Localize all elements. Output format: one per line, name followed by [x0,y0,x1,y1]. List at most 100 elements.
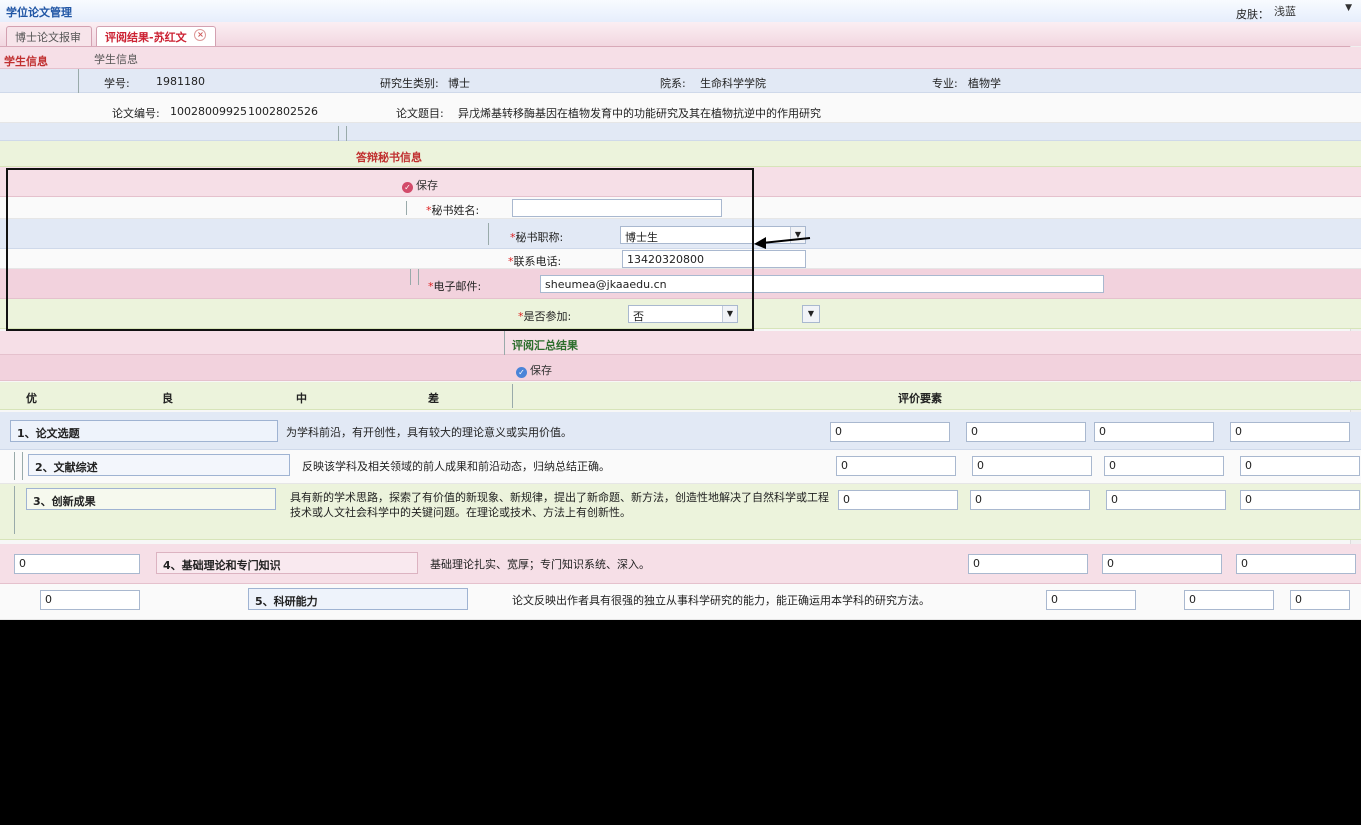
score-input[interactable]: 0 [1230,422,1350,442]
major-value: 植物学 [968,77,1001,90]
score-input[interactable]: 0 [14,554,140,574]
score-cell: 0 [1240,490,1360,510]
student-no-label: 学号: [104,77,130,90]
secretary-title-label: *秘书职称: [510,231,564,244]
criteria-header: 评价要素 [898,392,942,405]
grade-medium: 中 [296,392,307,405]
score-cell: 0 [1290,590,1350,610]
score-input[interactable]: 0 [1240,456,1360,476]
app-window: 学位论文管理 皮肤： 浅蓝 ▼ 博士论文报审 评阅结果-苏红文 × 学生信息 学… [0,0,1361,620]
secretary-phone-label: *联系电话: [508,255,562,268]
divider [406,201,407,215]
chevron-down-icon: ▼ [1345,3,1352,13]
score-input[interactable]: 0 [838,490,958,510]
score-cell: 0 [1102,554,1222,574]
thesis-no-value: 10028009925 [170,105,247,118]
top-bar: 学位论文管理 皮肤： 浅蓝 ▼ [0,0,1361,23]
app-title: 学位论文管理 [6,6,72,19]
skin-select[interactable]: 浅蓝 ▼ [1272,3,1356,19]
score-input[interactable]: 0 [1106,490,1226,510]
secretary-decision-label: *是否参加: [518,310,572,323]
topic-value: 异戊烯基转移酶基因在植物发育中的功能研究及其在植物抗逆中的作用研究 [458,107,821,120]
criterion-description: 基础理论扎实、宽厚；专门知识系统、深入。 [430,558,650,571]
student-type-label: 研究生类别: [380,77,439,90]
grade-header-row: 优 良 中 差 评价要素 [0,382,1361,410]
score-input[interactable]: 0 [1102,554,1222,574]
tab-thesis-review[interactable]: 博士论文报审 [6,26,92,46]
score-cell: 0 [970,490,1090,510]
secretary-title-value: 博士生 [625,231,658,244]
check-icon: ✓ [402,182,413,193]
table-row: 0 5、科研能力 论文反映出作者具有很强的独立从事科学研究的能力，能正确运用本学… [0,584,1361,620]
score-cell: 0 [1240,456,1360,476]
student-section-header: 学生信息 学生信息 [0,47,1361,69]
score-input[interactable]: 0 [1290,590,1350,610]
score-cell: 0 [1046,590,1136,610]
score-input[interactable]: 0 [836,456,956,476]
secretary-email-input[interactable]: sheumea@jkaaedu.cn [540,275,1104,293]
score-cell: 0 [836,456,956,476]
tab-bar: 博士论文报审 评阅结果-苏红文 × [0,22,1361,47]
student-type-value: 博士 [448,77,470,90]
thesis-no-label: 论文编号: [112,107,160,120]
grade-poor: 差 [428,392,439,405]
spacer-row [0,123,1361,141]
secretary-toolbar: ✓ 保存 [0,167,1361,197]
score-input[interactable]: 0 [1104,456,1224,476]
score-input[interactable]: 0 [1094,422,1214,442]
score-cell: 0 [972,456,1092,476]
divider [488,223,489,245]
secretary-phone-input[interactable]: 13420320800 [622,250,806,268]
secretary-name-row: *秘书姓名: [0,197,1361,219]
secretary-email-label: *电子邮件: [428,280,482,293]
score-cell: 0 [1104,456,1224,476]
score-cell: 0 [1184,590,1274,610]
score-input[interactable]: 0 [1236,554,1356,574]
score-cell: 0 [966,422,1086,442]
secretary-decision-select[interactable]: 否 ▼ [628,305,738,323]
summary-save-button[interactable]: ✓ 保存 [516,362,552,378]
divider [418,269,419,285]
score-input[interactable]: 0 [830,422,950,442]
student-info-row-1: 学号: 1981180 研究生类别: 博士 院系: 生命科学学院 专业: 植物学 [0,69,1361,119]
secretary-save-button[interactable]: ✓ 保存 [402,177,438,193]
save-label: 保存 [416,179,438,192]
secretary-name-input[interactable] [512,199,722,217]
thesis-no-value-2: 1002802526 [248,105,318,118]
check-icon: ✓ [516,367,527,378]
score-cell: 0 [838,490,958,510]
tab-label: 评阅结果-苏红文 [105,31,187,44]
student-info-row-2: 论文编号: 10028009925 1002802526 论文题目: 异戊烯基转… [0,93,1361,123]
tab-review-result[interactable]: 评阅结果-苏红文 × [96,26,216,46]
chevron-down-icon: ▼ [722,306,737,322]
secretary-section-title: 答辩秘书信息 [356,151,422,164]
criterion-description: 论文反映出作者具有很强的独立从事科学研究的能力，能正确运用本学科的研究方法。 [512,594,930,607]
score-input[interactable]: 0 [968,554,1088,574]
secretary-email-row: *电子邮件: sheumea@jkaaedu.cn [0,269,1361,299]
score-input[interactable]: 0 [1240,490,1360,510]
score-input[interactable]: 0 [972,456,1092,476]
table-row: 3、创新成果 具有新的学术思路，探索了有价值的新现象、新规律，提出了新命题、新方… [0,484,1361,540]
score-input[interactable]: 0 [1184,590,1274,610]
criterion-description: 具有新的学术思路，探索了有价值的新现象、新规律，提出了新命题、新方法，创造性地解… [290,491,829,519]
student-section-title: 学生信息 [4,55,48,68]
divider [512,384,513,408]
secretary-phone-row: *联系电话: 13420320800 [0,249,1361,269]
secretary-title-row: *秘书职称: 博士生 ▼ [0,219,1361,249]
secretary-section-header: 答辩秘书信息 [0,141,1361,167]
secondary-dropdown-button[interactable]: ▼ [802,305,820,323]
divider [410,269,411,285]
close-icon[interactable]: × [194,29,207,41]
secretary-decision-row: *是否参加: 否 ▼ ▼ [0,299,1361,329]
arrow-icon [754,237,811,249]
dept-value: 生命科学学院 [700,77,766,90]
score-input[interactable]: 0 [1046,590,1136,610]
summary-section-header: 评阅汇总结果 [0,331,1361,379]
score-input[interactable]: 0 [40,590,140,610]
score-input[interactable]: 0 [970,490,1090,510]
criterion-description: 为学科前沿，有开创性，具有较大的理论意义或实用价值。 [286,426,572,439]
score-cell: 0 [14,554,140,574]
grade-good: 良 [162,392,173,405]
score-cell: 0 [40,590,140,610]
score-input[interactable]: 0 [966,422,1086,442]
